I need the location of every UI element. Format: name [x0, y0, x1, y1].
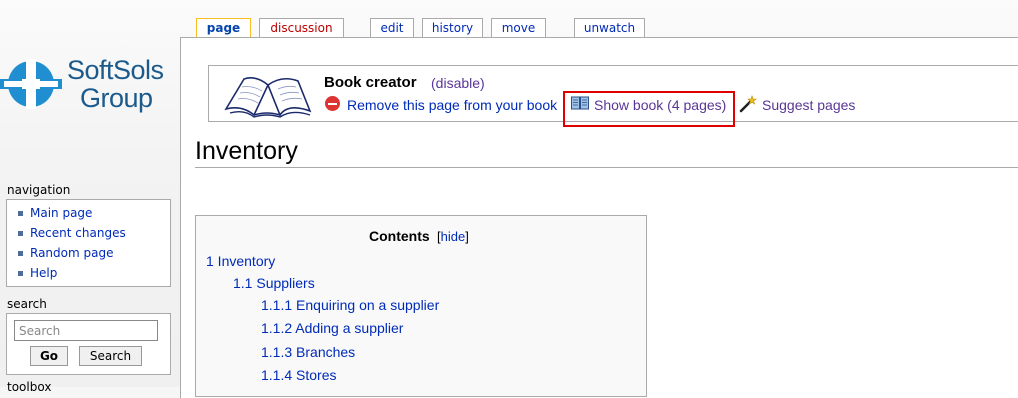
navigation-title: navigation: [7, 183, 71, 197]
heading-divider: [195, 167, 1018, 168]
sidebar-item-random-page[interactable]: Random page: [30, 246, 113, 260]
sidebar-item-recent-changes[interactable]: Recent changes: [30, 226, 126, 240]
logo-mark-icon: [0, 59, 62, 109]
tab-move[interactable]: move: [491, 18, 546, 37]
tab-page-label: page: [206, 21, 241, 35]
toc-item[interactable]: 1.1.4 Stores: [261, 367, 337, 383]
toc-item[interactable]: 1.1.3 Branches: [261, 344, 355, 360]
toc-title: Contents: [369, 228, 430, 244]
disable-link[interactable]: disable: [436, 75, 480, 91]
toc-hide-close-bracket: ]: [465, 229, 469, 244]
remove-from-book-link[interactable]: Remove this page from your book: [347, 97, 557, 113]
magic-wand-icon: [739, 95, 757, 113]
tab-history[interactable]: history: [422, 18, 483, 37]
toc-item[interactable]: 1.1 Suppliers: [233, 275, 315, 291]
page-title: Inventory: [195, 137, 298, 165]
suggest-pages-link[interactable]: Suggest pages: [762, 97, 855, 113]
book-creator-title: Book creator: [324, 74, 417, 91]
list-bullet: [18, 251, 23, 256]
search-button[interactable]: Search: [79, 346, 142, 366]
toolbox-title: toolbox: [7, 380, 52, 394]
tab-unwatch[interactable]: unwatch: [574, 18, 645, 37]
tab-page[interactable]: page: [196, 18, 251, 39]
search-title: search: [7, 297, 47, 311]
logo[interactable]: SoftSols Group: [0, 52, 180, 122]
book-creator-disable: (disable): [431, 75, 485, 91]
toc-hide-toggle: [hide]: [437, 229, 469, 244]
toc-hide-link[interactable]: hide: [441, 229, 466, 244]
remove-icon: [325, 96, 340, 111]
list-bullet: [18, 211, 23, 216]
tab-discussion[interactable]: discussion: [259, 18, 344, 37]
toc-item[interactable]: 1.1.2 Adding a supplier: [261, 320, 403, 336]
book-creator-icon: [224, 77, 312, 118]
sidebar-item-help[interactable]: Help: [30, 266, 57, 280]
search-input[interactable]: [14, 320, 158, 341]
list-bullet: [18, 231, 23, 236]
toc-item[interactable]: 1 Inventory: [206, 253, 275, 269]
sidebar-item-main-page[interactable]: Main page: [30, 206, 92, 220]
toc-item[interactable]: 1.1.1 Enquiring on a supplier: [261, 297, 439, 313]
logo-text-line2: Group: [80, 83, 153, 113]
list-bullet: [18, 271, 23, 276]
highlight-box: [563, 91, 735, 127]
logo-text-line1: SoftSols: [67, 55, 164, 85]
tab-edit[interactable]: edit: [370, 18, 414, 37]
go-button[interactable]: Go: [30, 346, 68, 366]
disable-close-paren: ): [480, 75, 485, 91]
